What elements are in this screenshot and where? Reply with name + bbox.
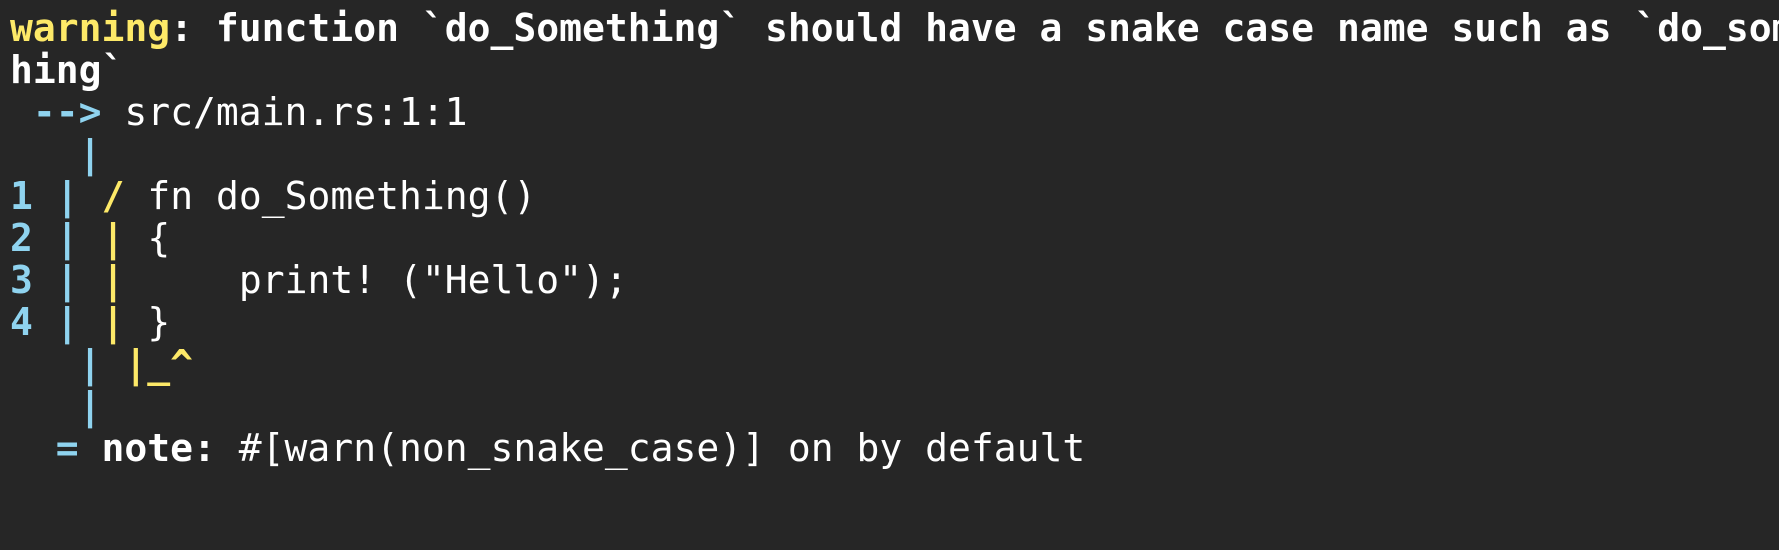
terminal-window: warning: function `do_Something` should … [0,0,1779,550]
line-number: 3 [10,258,33,302]
note-equals: = [10,426,102,470]
code-text: print! ("Hello"); [124,258,628,302]
gutter-bar: | [78,342,102,386]
gutter-spacer [10,132,79,176]
line-number: 2 [10,216,33,260]
code-line: 1 | / fn do_Something() [10,172,536,220]
warning-message-line-1: function `do_Something` should have a sn… [215,6,1779,50]
gutter-bar: | [55,300,79,344]
gutter-bar: | [55,174,79,218]
line-number: 1 [10,174,33,218]
span-marker: | [101,300,125,344]
code-text: } [124,300,171,344]
note-colon: : [193,426,216,470]
underline-line: | |_^ [10,340,193,388]
code-text: fn do_Something() [124,174,537,218]
gutter-bar: | [55,216,79,260]
location-line: --> src/main.rs:1:1 [10,88,468,136]
gutter-empty-line: | [10,130,102,178]
code-line: 3 | | print! ("Hello"); [10,256,628,304]
gutter-spacer [10,384,79,428]
code-line: 2 | | { [10,214,170,262]
underline-marker: |_^ [124,342,194,386]
warning-message-line-2: hing` [10,48,125,92]
code-text: { [124,216,171,260]
note-label: note [101,426,194,470]
gutter-bar: | [78,384,102,428]
code-line: 4 | | } [10,298,170,346]
span-marker: | [101,258,125,302]
line-number: 4 [10,300,33,344]
span-marker: / [101,174,125,218]
location-path: src/main.rs:1:1 [124,90,468,134]
span-marker: | [101,216,125,260]
note-line: = note: #[warn(non_snake_case)] on by de… [10,424,1086,472]
gutter-bar: | [55,258,79,302]
gutter-empty-line: | [10,382,102,430]
gutter-bar: | [78,132,102,176]
warning-header: warning: function `do_Something` should … [10,4,1779,52]
warning-separator: : [170,6,216,50]
location-arrow: --> [10,90,125,134]
gutter-spacer [10,342,79,386]
warning-label: warning [10,6,171,50]
note-text: #[warn(non_snake_case)] on by default [215,426,1086,470]
